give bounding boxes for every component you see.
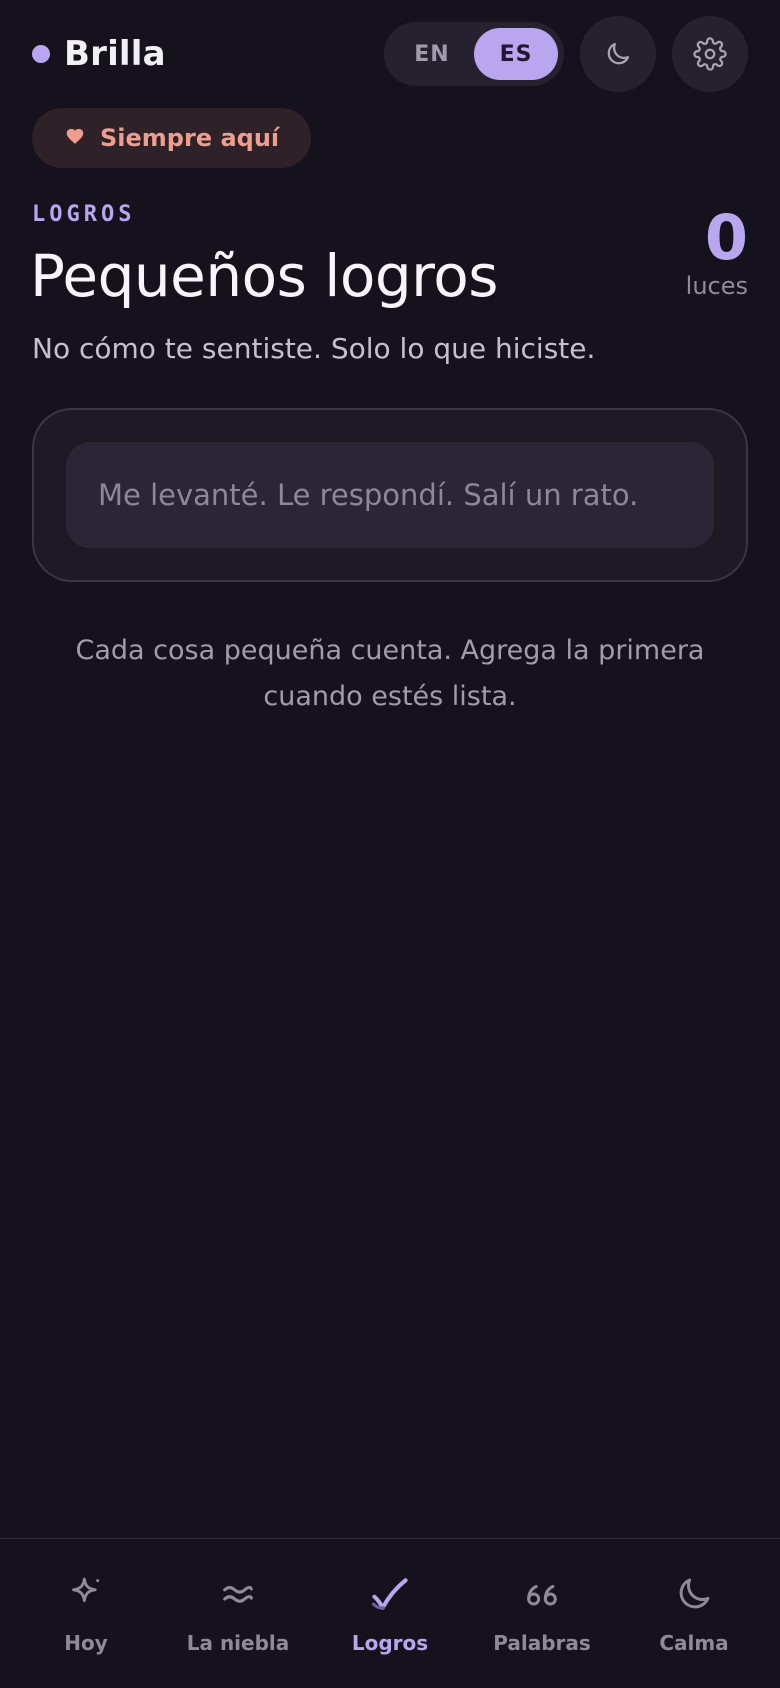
gear-icon xyxy=(693,37,727,71)
page-subtitle: No cómo te sentiste. Solo lo que hiciste… xyxy=(32,332,596,365)
nav-item-palabras[interactable]: Palabras xyxy=(467,1569,617,1655)
nav-item-calma[interactable]: Calma xyxy=(619,1569,769,1655)
nav-label: Palabras xyxy=(493,1631,591,1655)
check-icon xyxy=(368,1569,412,1619)
moon-icon xyxy=(673,1569,715,1619)
counter-value: 0 xyxy=(704,201,748,274)
nav-label: Hoy xyxy=(64,1631,108,1655)
settings-button[interactable] xyxy=(672,16,748,92)
header-controls: EN ES xyxy=(384,16,748,92)
nav-label: Calma xyxy=(659,1631,729,1655)
brand-name: Brilla xyxy=(64,34,166,74)
brand: Brilla xyxy=(32,34,166,74)
sparkle-icon xyxy=(66,1569,106,1619)
achievement-input[interactable] xyxy=(66,442,714,548)
waves-icon xyxy=(218,1569,258,1619)
achievement-entry-card xyxy=(32,408,748,582)
app-screen: Brilla EN ES Siempre aquí LOGROS Pequeño… xyxy=(0,0,780,1688)
page-title: Pequeños logros xyxy=(30,242,498,310)
quote-icon xyxy=(522,1569,562,1619)
theme-toggle-button[interactable] xyxy=(580,16,656,92)
language-toggle: EN ES xyxy=(384,22,564,86)
always-here-badge[interactable]: Siempre aquí xyxy=(32,108,312,168)
nav-item-logros[interactable]: Logros xyxy=(315,1569,465,1655)
brand-dot-icon xyxy=(32,45,50,63)
language-en-button[interactable]: EN xyxy=(390,28,474,80)
nav-label: La niebla xyxy=(186,1631,290,1655)
lights-counter: 0 luces xyxy=(685,201,748,301)
badge-text: Siempre aquí xyxy=(100,124,280,152)
moon-icon xyxy=(603,39,633,69)
language-es-button[interactable]: ES xyxy=(474,28,558,80)
app-header: Brilla EN ES xyxy=(32,16,748,92)
nav-item-la-niebla[interactable]: La niebla xyxy=(163,1569,313,1655)
empty-state-message: Cada cosa pequeña cuenta. Agrega la prim… xyxy=(75,635,705,712)
nav-item-hoy[interactable]: Hoy xyxy=(11,1569,161,1655)
heart-icon xyxy=(66,128,84,148)
bottom-nav: Hoy La niebla Logros Palabras Calma xyxy=(0,1538,780,1688)
counter-label: luces xyxy=(685,272,748,300)
section-eyebrow: LOGROS xyxy=(32,202,136,227)
nav-label: Logros xyxy=(351,1631,429,1655)
